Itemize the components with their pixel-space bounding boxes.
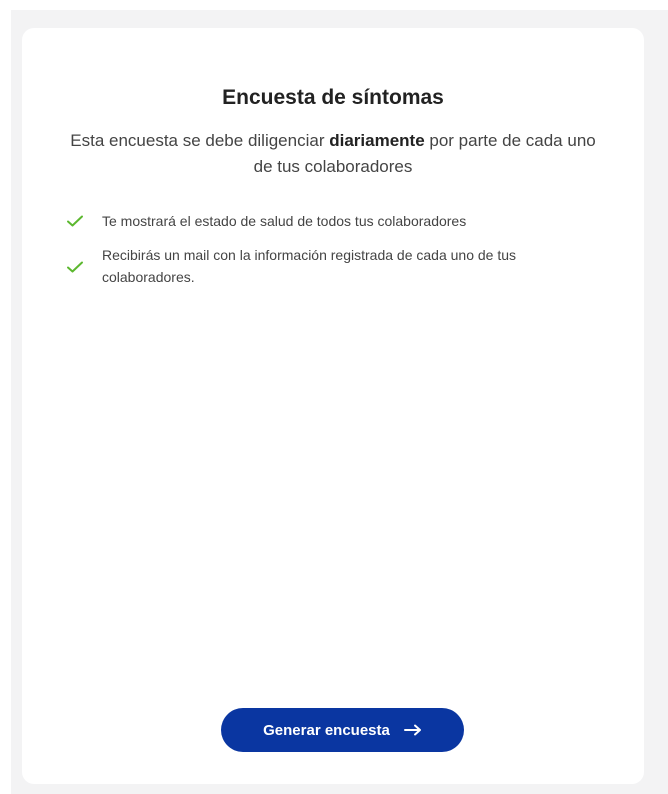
check-icon bbox=[67, 215, 83, 227]
page-background: Encuesta de síntomas Esta encuesta se de… bbox=[11, 10, 668, 794]
check-icon bbox=[67, 261, 83, 273]
feature-text: Te mostrará el estado de salud de todos … bbox=[102, 213, 467, 229]
description-emphasis: diariamente bbox=[329, 131, 425, 150]
feature-item: Te mostrará el estado de salud de todos … bbox=[66, 210, 606, 232]
survey-description: Esta encuesta se debe diligenciar diaria… bbox=[62, 128, 604, 180]
arrow-right-icon bbox=[403, 724, 421, 736]
feature-item: Recibirás un mail con la información reg… bbox=[66, 244, 606, 288]
survey-card: Encuesta de síntomas Esta encuesta se de… bbox=[22, 28, 644, 784]
survey-title: Encuesta de síntomas bbox=[222, 86, 444, 109]
generate-survey-label: Generar encuesta bbox=[263, 721, 390, 739]
feature-list: Te mostrará el estado de salud de todos … bbox=[66, 210, 606, 288]
feature-text: Recibirás un mail con la información reg… bbox=[102, 247, 517, 285]
description-text-start: Esta encuesta se debe diligenciar bbox=[70, 131, 330, 150]
generate-survey-button[interactable]: Generar encuesta bbox=[221, 708, 464, 752]
